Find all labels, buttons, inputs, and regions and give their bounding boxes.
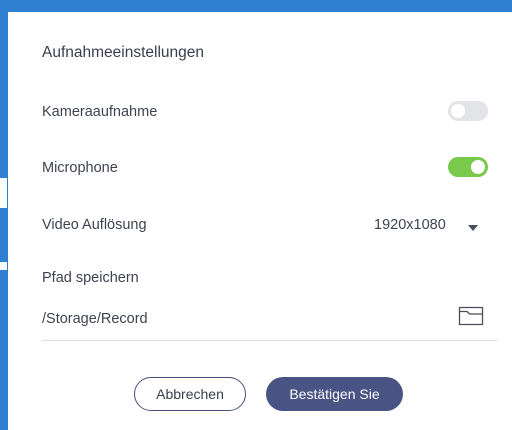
microphone-label: Microphone bbox=[42, 160, 118, 176]
dialog-title: Aufnahmeeinstellungen bbox=[42, 44, 205, 61]
save-path-label: Pfad speichern bbox=[42, 270, 139, 286]
camera-recording-toggle[interactable] bbox=[448, 101, 488, 121]
divider bbox=[42, 340, 497, 341]
video-resolution-label: Video Auflösung bbox=[42, 217, 147, 233]
save-path-value: /Storage/Record bbox=[42, 311, 148, 327]
video-resolution-select[interactable]: 1920x1080 bbox=[374, 217, 446, 233]
recording-settings-dialog: Aufnahmeeinstellungen Kameraaufnahme Mic… bbox=[8, 12, 512, 430]
background-left-strip bbox=[0, 14, 8, 430]
confirm-button[interactable]: Bestätigen Sie bbox=[266, 377, 403, 411]
camera-recording-label: Kameraaufnahme bbox=[42, 104, 158, 120]
toggle-knob bbox=[471, 160, 485, 174]
background-mark bbox=[0, 178, 7, 208]
cancel-button[interactable]: Abbrechen bbox=[134, 377, 246, 411]
caret-down-icon[interactable] bbox=[468, 225, 478, 231]
folder-icon[interactable] bbox=[458, 306, 484, 326]
toggle-knob bbox=[451, 104, 465, 118]
background-mark bbox=[0, 262, 7, 270]
microphone-toggle[interactable] bbox=[448, 157, 488, 177]
